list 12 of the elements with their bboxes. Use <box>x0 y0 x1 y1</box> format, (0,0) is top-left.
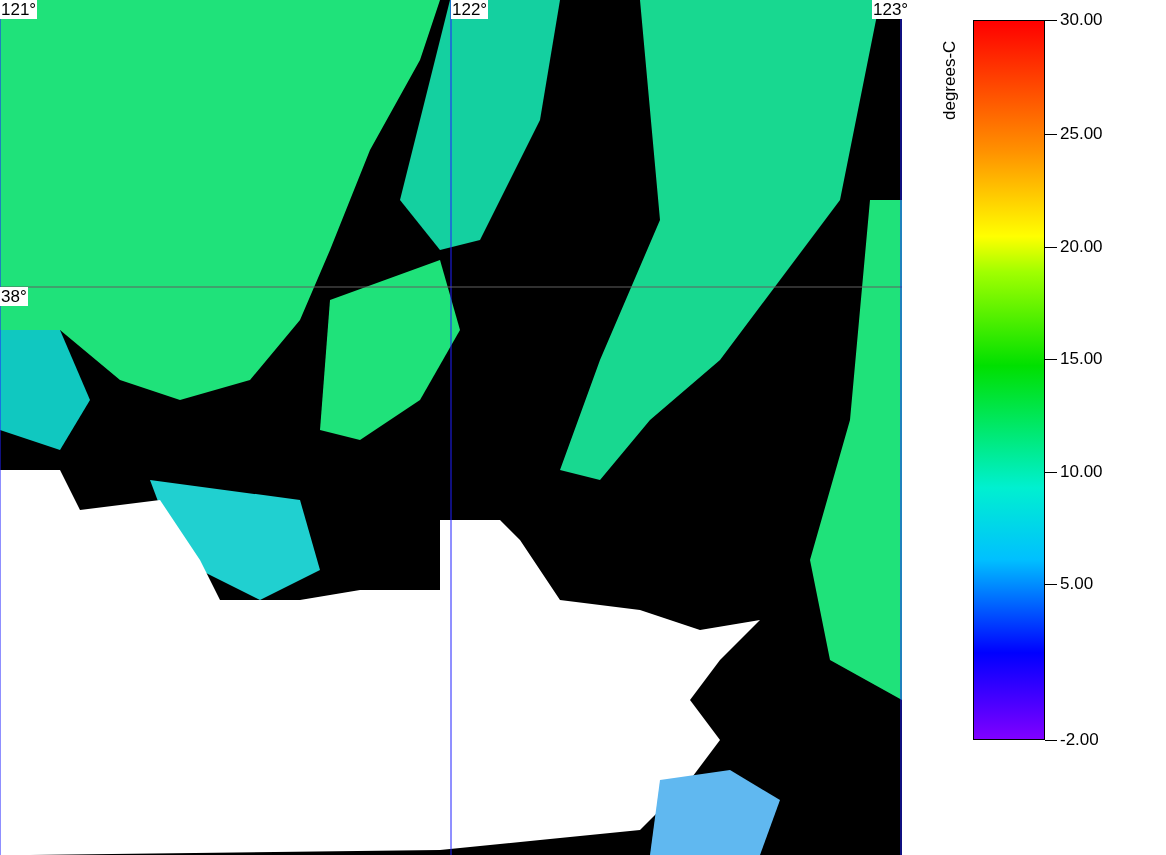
colorbar-tick-label: -2.00 <box>1045 730 1099 750</box>
colorbar-tick-label: 30.00 <box>1045 10 1103 30</box>
colorbar-tick-label: 25.00 <box>1045 124 1103 144</box>
latitude-label: 38° <box>0 287 28 306</box>
longitude-label: 122° <box>451 0 489 19</box>
longitude-label: 123° <box>872 0 910 19</box>
colorbar-tick-label: 15.00 <box>1045 349 1103 369</box>
colorbar-tick-label: 20.00 <box>1045 237 1103 257</box>
colorbar-tick-label: 10.00 <box>1045 462 1103 482</box>
colorbar-tick-label: 5.00 <box>1045 574 1094 594</box>
longitude-label: 121° <box>0 0 38 19</box>
colorbar-title: degrees-C <box>940 39 960 120</box>
